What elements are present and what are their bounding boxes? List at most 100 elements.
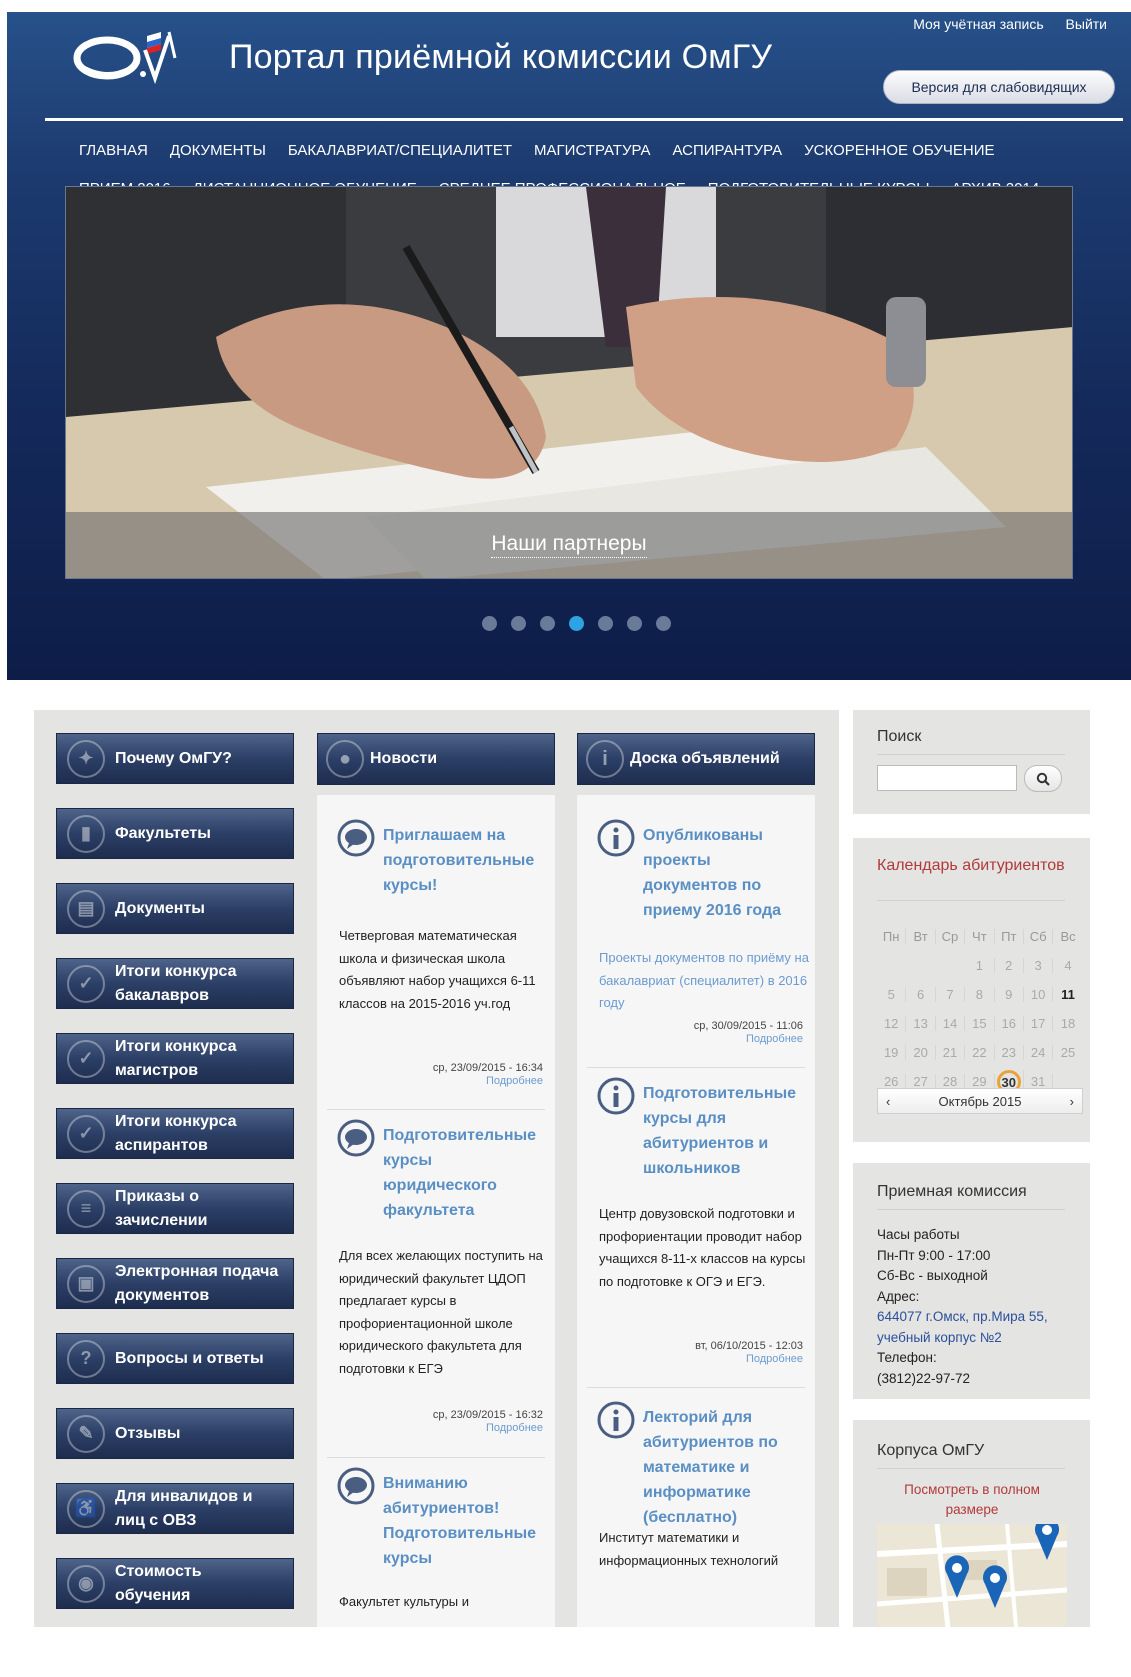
chevron-right-icon[interactable]: › (1070, 1094, 1074, 1109)
calendar-day[interactable]: 29 (965, 1074, 995, 1089)
nav-item-master[interactable]: МАГИСТРАТУРА (534, 142, 650, 159)
calendar-day[interactable]: 2 (995, 958, 1024, 973)
calendar-day[interactable]: 12 (877, 1016, 907, 1031)
calendar-week-row: 5 6 7 8 9 10 11 (877, 980, 1083, 1009)
calendar-day[interactable]: 26 (877, 1074, 907, 1089)
calendar-day[interactable]: 28 (936, 1074, 966, 1089)
calendar-day[interactable]: 25 (1053, 1045, 1082, 1060)
checkmark-icon: ✓ (67, 1114, 105, 1153)
calendar-day[interactable]: 20 (906, 1045, 936, 1060)
news-item-date: ср, 23/09/2015 - 16:34 (432, 1062, 543, 1074)
slider-dot[interactable] (627, 616, 642, 631)
low-vision-button[interactable]: Версия для слабовидящих (883, 70, 1115, 104)
news-item-title[interactable]: Приглашаем на подготовительные курсы! (383, 823, 549, 898)
board-item-text: Центр довузовской подготовки и профориен… (599, 1206, 806, 1289)
board-item-title[interactable]: Опубликованы проекты документов по прием… (643, 823, 809, 923)
calendar-day[interactable]: 6 (906, 987, 936, 1002)
calendar-weekday: Чт (965, 929, 995, 944)
sidebar-item-master-results[interactable]: ✓ Итоги конкурса магистров (56, 1033, 294, 1084)
address-link[interactable]: 644077 г.Омск, пр.Мира 55, учебный корпу… (877, 1307, 1077, 1348)
sidebar-item-disabled-applicants[interactable]: ♿ Для инвалидов и лиц с ОВЗ (56, 1483, 294, 1534)
slider-dot[interactable] (598, 616, 613, 631)
sidebar-item-postgraduate-results[interactable]: ✓ Итоги конкурса аспирантов (56, 1108, 294, 1159)
nav-item-home[interactable]: ГЛАВНАЯ (79, 142, 148, 159)
calendar-day[interactable]: 8 (965, 987, 995, 1002)
nav-item-postgraduate[interactable]: АСПИРАНТУРА (672, 142, 782, 159)
slider-dot[interactable] (656, 616, 671, 631)
news-item-more-link[interactable]: Подробнее (433, 1422, 543, 1435)
board-item-title[interactable]: Подготовительные курсы для абитуриентов … (643, 1081, 809, 1181)
news-heading[interactable]: ● Новости (317, 733, 555, 785)
wheelchair-icon: ♿ (67, 1489, 105, 1528)
sidebar-item-online-submission[interactable]: ▣ Электронная подача документов (56, 1258, 294, 1309)
calendar-day[interactable]: 23 (995, 1045, 1024, 1060)
news-item-title[interactable]: Вниманию абитуриентов! Подготовительные … (383, 1471, 549, 1571)
buildings-box: Корпуса ОмГУ Посмотреть в полном размере (853, 1420, 1090, 1627)
calendar-day[interactable]: 10 (1024, 987, 1054, 1002)
search-input[interactable] (877, 765, 1017, 791)
slider-dot[interactable] (540, 616, 555, 631)
sidebar-item-faculties[interactable]: ▮ Факультеты (56, 808, 294, 859)
board-item-text[interactable]: Проекты документов по приёму на бакалавр… (599, 947, 811, 1015)
nav-item-documents[interactable]: ДОКУМЕНТЫ (170, 142, 266, 159)
slider-dot-active[interactable] (569, 616, 584, 631)
calendar-day[interactable]: 1 (965, 958, 995, 973)
slider-dot[interactable] (511, 616, 526, 631)
map-fullsize-link[interactable]: Посмотреть в полном размере (877, 1480, 1067, 1520)
sidebar-item-enrollment-orders[interactable]: ≡ Приказы о зачислении (56, 1183, 294, 1234)
board-item-more-link[interactable]: Подробнее (694, 1033, 803, 1046)
chevron-left-icon[interactable]: ‹ (886, 1094, 890, 1109)
news-item-title[interactable]: Подготовительные курсы юридического факу… (383, 1123, 549, 1223)
logout-link[interactable]: Выйти (1066, 16, 1107, 32)
sidebar-item-documents[interactable]: ▤ Документы (56, 883, 294, 934)
nav-item-bachelor[interactable]: БАКАЛАВРИАТ/СПЕЦИАЛИТЕТ (288, 142, 512, 159)
calendar-day[interactable]: 13 (906, 1016, 936, 1031)
calendar-day[interactable]: 16 (995, 1016, 1024, 1031)
sidebar-item-bachelor-results[interactable]: ✓ Итоги конкурса бакалавров (56, 958, 294, 1009)
board-heading[interactable]: i Доска объявлений (577, 733, 815, 785)
calendar-day[interactable]: 5 (877, 987, 907, 1002)
calendar-day[interactable]: 24 (1024, 1045, 1054, 1060)
board-item-date: вт, 06/10/2015 - 12:03 (695, 1340, 803, 1352)
calendar-day[interactable]: 21 (936, 1045, 966, 1060)
slide-caption[interactable]: Наши партнеры (491, 532, 647, 558)
header-divider (45, 118, 1123, 121)
news-item-date: ср, 23/09/2015 - 16:32 (432, 1409, 543, 1421)
calendar-day[interactable]: 9 (995, 987, 1024, 1002)
calendar-day[interactable]: 22 (965, 1045, 995, 1060)
calendar-day[interactable]: 19 (877, 1045, 907, 1060)
calendar-day[interactable]: 27 (906, 1074, 936, 1089)
calendar-weekday: Пн (877, 929, 907, 944)
omgu-logo[interactable] (69, 22, 199, 92)
news-item-meta: ср, 23/09/2015 - 16:34 Подробнее (433, 1062, 543, 1088)
calendar-day[interactable]: 17 (1024, 1016, 1054, 1031)
slide-caption-bar: Наши партнеры (66, 512, 1072, 578)
nav-item-accelerated[interactable]: УСКОРЕННОЕ ОБУЧЕНИЕ (804, 142, 994, 159)
info-icon (597, 1077, 635, 1115)
board-item-divider (587, 1067, 805, 1068)
calendar-day[interactable]: 3 (1024, 958, 1054, 973)
campus-map[interactable] (877, 1524, 1067, 1627)
board-item-title[interactable]: Лекторий для абитуриентов по математике … (643, 1405, 809, 1530)
slider-dot[interactable] (482, 616, 497, 631)
news-heading-label: Новости (370, 750, 438, 767)
news-item-more-link[interactable]: Подробнее (433, 1075, 543, 1088)
sidebar-item-label: Приказы о зачислении (115, 1187, 208, 1229)
sidebar-item-tuition-cost[interactable]: ◉ Стоимость обучения (56, 1558, 294, 1609)
calendar-day[interactable]: 18 (1053, 1016, 1082, 1031)
calendar-day[interactable]: 14 (936, 1016, 966, 1031)
calendar-day[interactable]: 15 (965, 1016, 995, 1031)
calendar-day[interactable]: 11 (1053, 987, 1082, 1002)
user-links: Моя учётная запись Выйти (895, 16, 1107, 32)
calendar-day[interactable]: 31 (1024, 1074, 1054, 1089)
sidebar-item-why-omgu[interactable]: ✦ Почему ОмГУ? (56, 733, 294, 784)
board-item-more-link[interactable]: Подробнее (695, 1353, 803, 1366)
calendar-day[interactable]: 7 (936, 987, 966, 1002)
calendar-day[interactable]: 4 (1053, 958, 1082, 973)
sidebar-item-reviews[interactable]: ✎ Отзывы (56, 1408, 294, 1459)
image-slider[interactable]: Наши партнеры (65, 186, 1073, 579)
calendar-title: Календарь абитуриентов (877, 857, 1065, 874)
sidebar-item-faq[interactable]: ? Вопросы и ответы (56, 1333, 294, 1384)
account-link[interactable]: Моя учётная запись (913, 16, 1043, 32)
search-button[interactable] (1024, 765, 1062, 792)
